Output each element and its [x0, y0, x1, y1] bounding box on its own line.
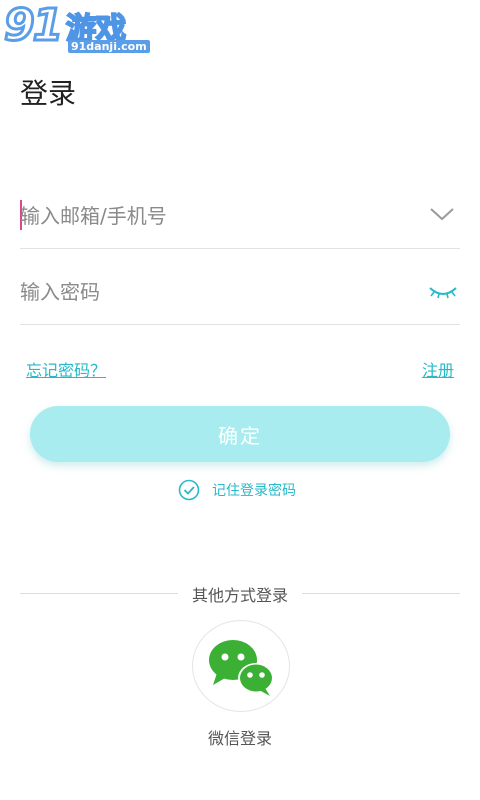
forgot-password-link[interactable]: 忘记密码？ — [26, 357, 106, 381]
password-input[interactable] — [20, 270, 410, 314]
site-watermark: 91 游戏 91danji.com — [2, 0, 150, 56]
eye-closed-icon[interactable] — [428, 276, 458, 302]
watermark-domain: 91danji.com — [68, 40, 150, 53]
remember-password-label: 记住登录密码 — [212, 483, 296, 499]
register-link[interactable]: 注册 — [422, 357, 454, 381]
password-field — [20, 248, 460, 325]
remember-password-toggle[interactable]: 记住登录密码 — [178, 478, 296, 502]
divider-line-right — [302, 593, 460, 594]
page-title: 登录 — [20, 77, 77, 110]
account-field — [20, 172, 460, 249]
watermark-number: 91 — [2, 0, 64, 53]
wechat-login-button[interactable] — [192, 620, 290, 712]
wechat-login-label: 微信登录 — [207, 729, 272, 748]
form-links: 忘记密码？ 注册 — [26, 357, 454, 381]
check-circle-icon — [178, 479, 200, 501]
other-login-divider: 其他方式登录 — [20, 582, 460, 606]
chevron-down-icon[interactable] — [428, 204, 456, 224]
wechat-icon — [209, 640, 274, 696]
confirm-button[interactable]: 确定 — [30, 406, 450, 462]
other-login-label: 其他方式登录 — [191, 586, 288, 605]
account-input[interactable] — [20, 194, 410, 238]
